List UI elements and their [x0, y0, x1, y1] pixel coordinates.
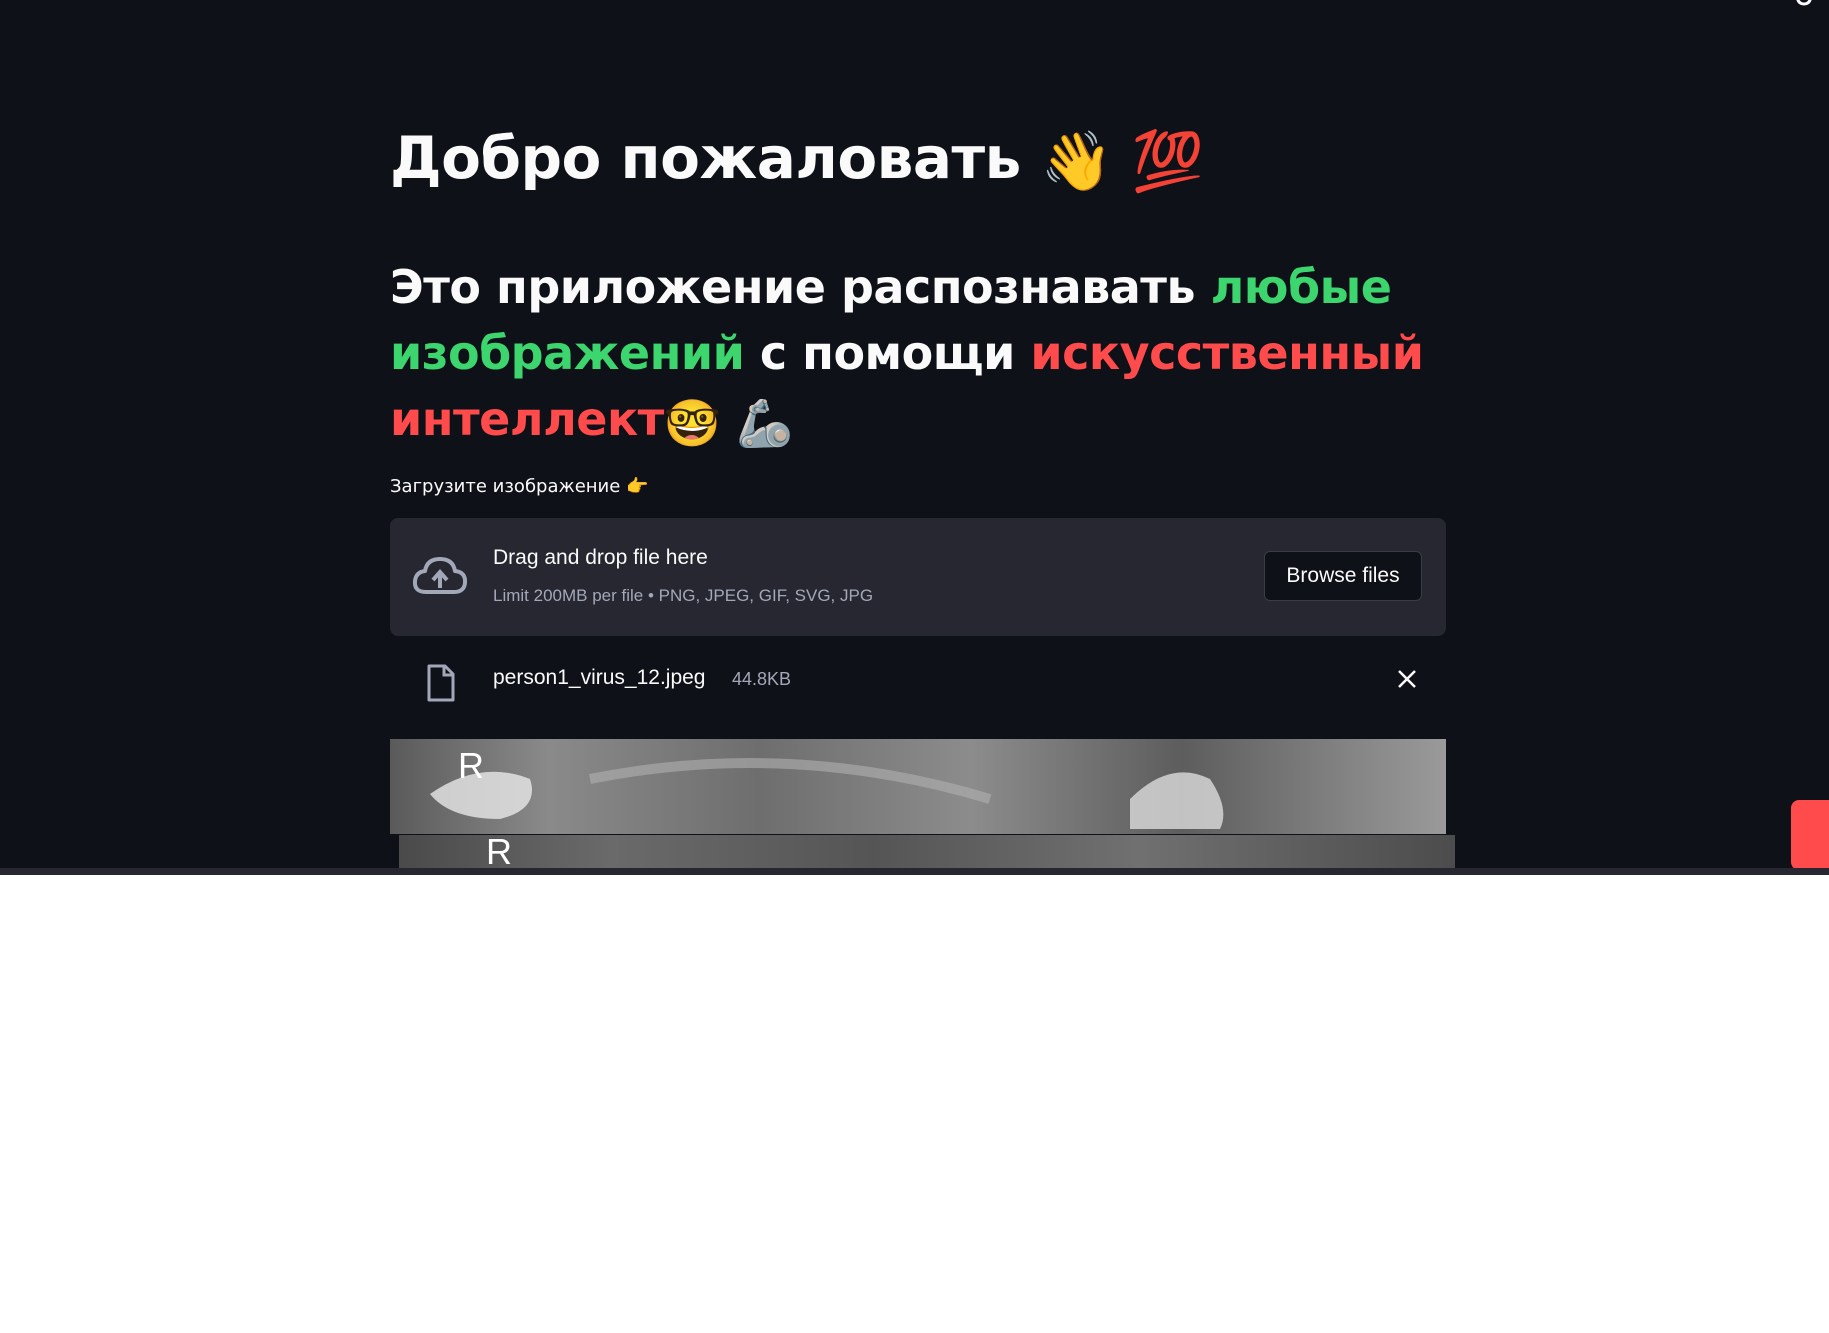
file-name: person1_virus_12.jpeg — [493, 666, 706, 689]
bottom-divider — [0, 868, 1829, 875]
close-icon[interactable] — [1396, 668, 1418, 690]
upload-label-text: Загрузите изображение — [390, 476, 621, 497]
xray-marker-second: R — [486, 835, 512, 870]
page-title: Добро пожаловать 👋 💯 — [390, 124, 1204, 196]
github-icon[interactable] — [1793, 0, 1815, 8]
intro-text-1: Это приложение распознавать — [390, 260, 1211, 314]
upload-label: Загрузите изображение 👉 — [390, 476, 648, 497]
intro-heading: Это приложение распознавать любые изобра… — [390, 254, 1446, 456]
file-size: 44.8KB — [732, 669, 792, 689]
file-dropzone[interactable]: Drag and drop file here Limit 200MB per … — [390, 518, 1446, 636]
browse-files-button[interactable]: Browse files — [1264, 551, 1422, 601]
mechanical-arm-icon: 🦾 — [736, 395, 793, 450]
hundred-points-icon: 💯 — [1131, 127, 1204, 196]
xray-overlay — [430, 758, 1224, 829]
dropzone-limit: Limit 200MB per file • PNG, JPEG, GIF, S… — [493, 586, 874, 605]
title-text: Добро пожаловать — [390, 124, 1021, 192]
xray-marker: R — [458, 745, 484, 786]
app-container: Добро пожаловать 👋 💯 Это приложение расп… — [0, 0, 1829, 875]
file-icon — [427, 664, 455, 702]
intro-text-3: с помощи — [744, 326, 1031, 380]
waving-hand-icon: 👋 — [1040, 127, 1113, 196]
uploaded-file-row: person1_virus_12.jpeg 44.8KB — [390, 656, 1446, 704]
nerd-face-icon: 🤓 — [663, 395, 721, 450]
pointing-right-icon: 👉 — [626, 476, 649, 497]
image-preview: R — [390, 739, 1446, 834]
side-badge[interactable] — [1791, 800, 1829, 870]
cloud-upload-icon — [412, 557, 468, 594]
dropzone-title: Drag and drop file here — [493, 546, 708, 569]
image-preview-second: R — [399, 835, 1455, 870]
